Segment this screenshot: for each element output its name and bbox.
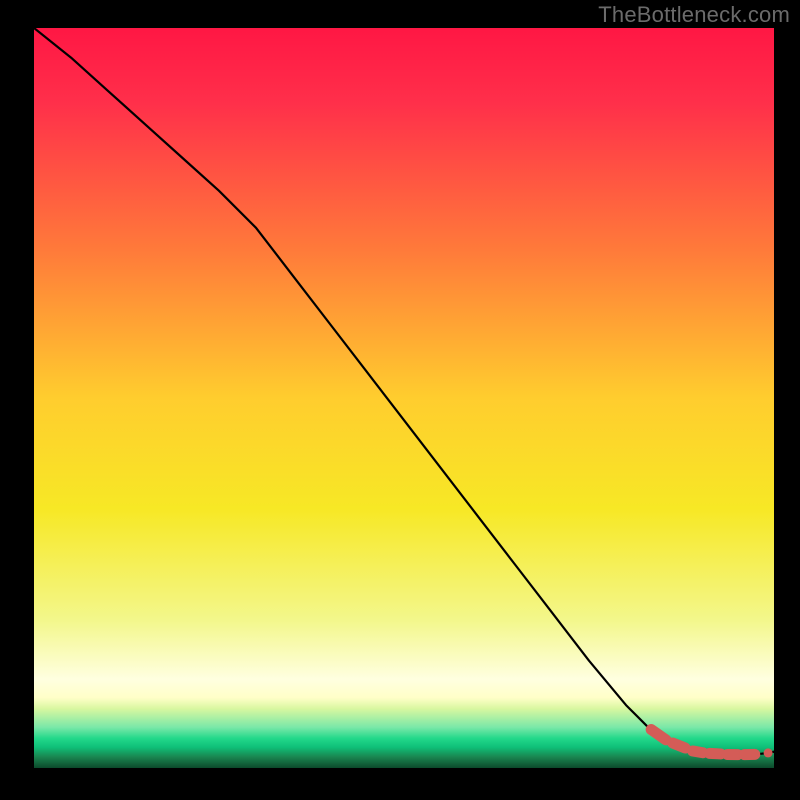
curve-line <box>34 28 774 755</box>
dash-markers <box>651 730 755 755</box>
dash-segment <box>693 751 703 753</box>
tail-dot <box>764 748 773 757</box>
dash-segment <box>710 753 721 754</box>
dash-segment <box>673 743 686 748</box>
dash-segment <box>651 730 666 740</box>
chart-container: TheBottleneck.com <box>0 0 800 800</box>
watermark-text: TheBottleneck.com <box>598 2 790 28</box>
plot-area <box>34 28 774 768</box>
chart-overlay <box>34 28 774 768</box>
